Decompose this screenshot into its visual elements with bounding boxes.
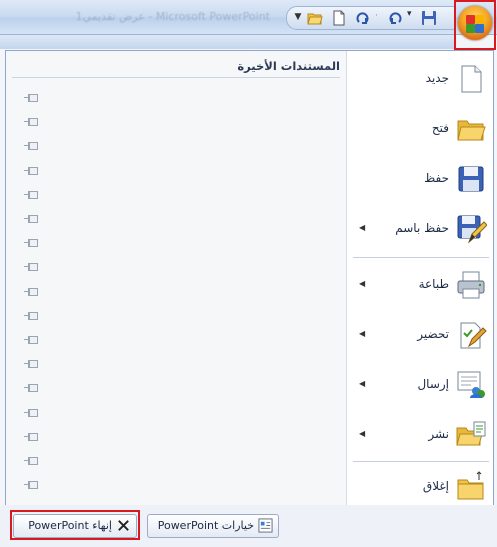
print-label: طباعة (418, 277, 449, 291)
prepare-command[interactable]: تحضير ◀ (347, 312, 493, 356)
pin-icon[interactable] (24, 141, 38, 151)
print-command[interactable]: طباعة ◀ (347, 262, 493, 306)
prepare-label: تحضير (417, 327, 449, 341)
separator (353, 257, 489, 258)
options-icon (258, 518, 273, 533)
pin-icon[interactable] (24, 335, 38, 344)
send-command[interactable]: إرسال ◀ (347, 362, 493, 406)
new-document-icon (461, 65, 482, 93)
pin-icon[interactable] (24, 238, 38, 248)
pin-icon[interactable] (24, 93, 38, 102)
close-label: إغلاق (422, 479, 449, 493)
close-folder-icon (457, 471, 484, 500)
save-disk-icon (458, 166, 484, 192)
office-button[interactable] (454, 0, 496, 50)
pin-icon[interactable] (24, 480, 38, 490)
pin-icon[interactable] (24, 456, 38, 465)
submenu-arrow-icon: ◀ (359, 429, 366, 438)
submenu-arrow-icon: ◀ (359, 223, 366, 232)
pin-icon[interactable] (24, 383, 38, 393)
office-logo-icon (458, 6, 492, 40)
separator (353, 461, 489, 462)
save-label: حفظ (424, 171, 449, 185)
save-as-command[interactable]: حفظ باسم ◀ (347, 206, 493, 250)
redo-icon[interactable] (355, 10, 371, 26)
pin-icon[interactable] (24, 166, 38, 175)
recent-documents-heading: المستندات الأخيرة (12, 59, 340, 78)
pin-icon[interactable] (24, 214, 38, 223)
save-command[interactable]: حفظ (347, 156, 493, 200)
send-icon (457, 371, 485, 398)
office-menu: المستندات الأخيرة جديد فتح حفظ حفظ باسم … (5, 50, 494, 507)
ribbon-band (0, 35, 454, 49)
quick-access-toolbar: ▼ · ▾ (286, 6, 456, 30)
open-folder-icon[interactable] (307, 10, 323, 26)
save-as-label: حفظ باسم (395, 221, 449, 235)
undo-icon[interactable] (387, 10, 403, 26)
pin-icon[interactable] (24, 262, 38, 272)
pin-icon[interactable] (24, 408, 38, 417)
new-command[interactable]: جديد (347, 56, 493, 100)
recent-documents-pane: المستندات الأخيرة (6, 51, 347, 506)
submenu-arrow-icon: ◀ (359, 379, 366, 388)
close-x-icon (118, 520, 129, 531)
submenu-arrow-icon: ◀ (359, 329, 366, 338)
options-label: خيارات PowerPoint (157, 519, 254, 532)
publish-icon (456, 421, 486, 446)
window-title: Microsoft PowerPoint - عرض تقديمي1 (75, 10, 270, 23)
exit-label: إنهاء PowerPoint (28, 519, 112, 532)
submenu-arrow-icon: ◀ (359, 279, 366, 288)
pin-icon[interactable] (24, 432, 38, 441)
printer-icon (457, 271, 485, 299)
new-doc-icon[interactable] (331, 10, 347, 26)
publish-command[interactable]: نشر ◀ (347, 412, 493, 456)
save-icon[interactable] (421, 10, 437, 26)
powerpoint-options-button[interactable]: خيارات PowerPoint (147, 514, 279, 538)
new-label: جديد (425, 71, 449, 85)
pin-icon[interactable] (24, 190, 38, 199)
pin-icon[interactable] (24, 287, 38, 296)
send-label: إرسال (417, 377, 449, 391)
save-as-icon (457, 215, 487, 244)
prepare-icon (460, 322, 487, 349)
publish-label: نشر (428, 427, 449, 441)
pin-icon[interactable] (24, 311, 38, 320)
menu-footer: خيارات PowerPoint إنهاء PowerPoint (0, 505, 497, 547)
pin-icon[interactable] (24, 359, 38, 369)
open-folder-icon (457, 120, 486, 141)
pin-icon[interactable] (24, 117, 38, 127)
open-label: فتح (431, 121, 449, 135)
customize-dropdown-icon[interactable]: ▼ (293, 12, 303, 28)
open-command[interactable]: فتح (347, 106, 493, 150)
close-command[interactable]: إغلاق (347, 464, 493, 508)
command-list: جديد فتح حفظ حفظ باسم ◀ طباعة ◀ تحضير ◀ … (347, 51, 493, 506)
title-bar: Microsoft PowerPoint - عرض تقديمي1 ▼ · ▾ (0, 0, 497, 50)
exit-powerpoint-button[interactable]: إنهاء PowerPoint (13, 514, 137, 538)
